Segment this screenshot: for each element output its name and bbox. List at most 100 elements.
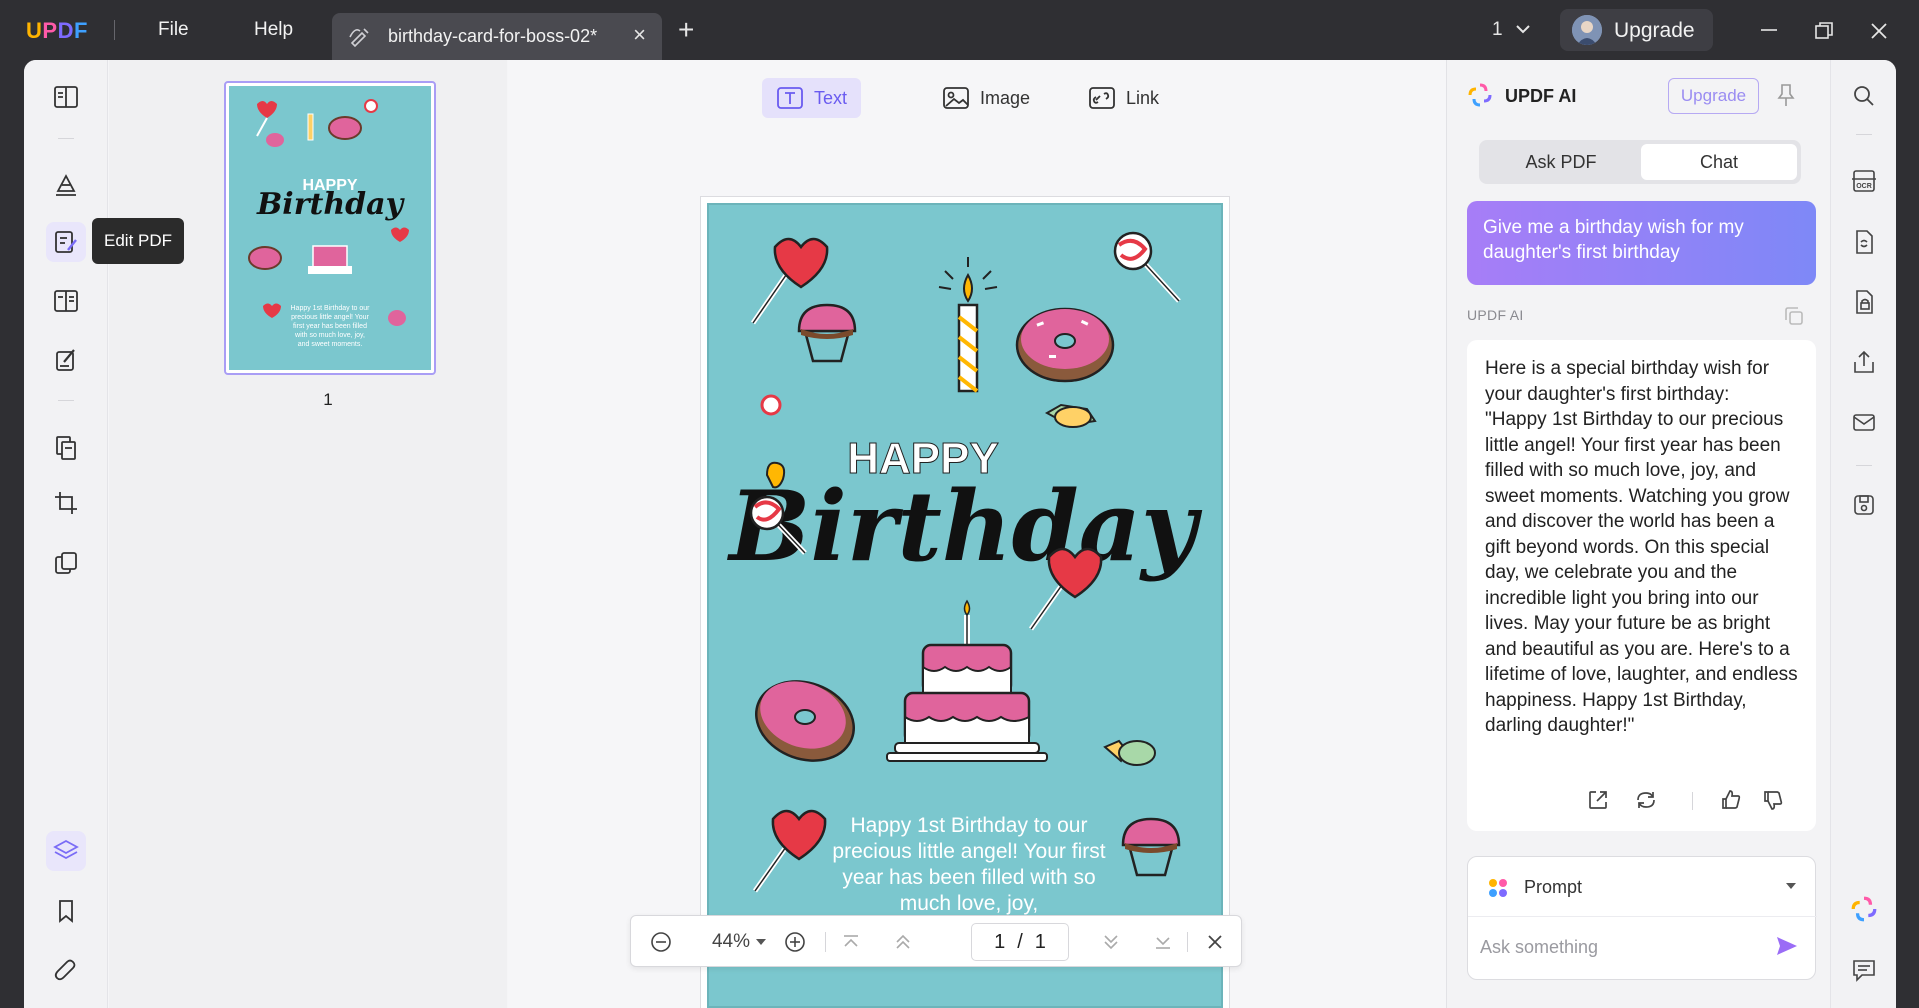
tool-separator [58,400,74,401]
zoom-out-button[interactable] [641,916,681,968]
main-area: Edit PDF HAPPY Birthday Happy 1st Birthd… [24,60,1896,1008]
mail-icon [1853,414,1875,431]
tab-ask-pdf[interactable]: Ask PDF [1483,144,1639,180]
close-window-icon[interactable] [1862,14,1896,48]
image-tool-icon [943,87,969,109]
svg-text:Happy 1st Birthday to our: Happy 1st Birthday to our [291,305,371,312]
thumbs-down-icon [1764,791,1783,810]
paperclip-icon [54,959,76,981]
export-response-button[interactable] [1582,784,1614,816]
layers-tool[interactable] [46,831,86,871]
pdf-page[interactable]: HAPPY Birthday Happy 1st Birthday to our… [701,197,1229,1008]
search-button[interactable] [1847,79,1881,113]
new-tab-button[interactable]: + [678,14,694,46]
attachment-tool[interactable] [46,951,86,991]
pin-icon[interactable] [1777,82,1795,108]
card-body-text[interactable]: Happy 1st Birthday to our precious littl… [829,813,1109,917]
tab-title: birthday-card-for-boss-02* [388,26,598,46]
updf-ai-button[interactable] [1847,892,1881,926]
copy-pages-icon [55,552,77,574]
share-button[interactable] [1847,345,1881,379]
form-icon [54,290,78,312]
form-tool[interactable] [46,281,86,321]
right-tool-rail: OCR [1830,60,1896,1008]
comment-tool[interactable] [46,165,86,205]
ai-upgrade-button[interactable]: Upgrade [1668,78,1759,114]
crop-icon [55,492,77,514]
prompt-icon [1489,879,1507,897]
close-icon [1208,935,1222,949]
tool-separator [1856,465,1872,466]
thumbnail-image: HAPPY Birthday Happy 1st Birthday to our… [229,86,431,370]
share-icon [1854,350,1874,373]
protect-button[interactable] [1847,285,1881,319]
page-indicator[interactable]: 1 / 1 [971,923,1069,961]
send-icon[interactable] [1775,935,1799,957]
link-tool-icon [1089,87,1115,109]
refresh-icon [1637,792,1655,808]
document-area: Text Image Link HAPPY Birthday Happy 1st… [508,60,1446,1008]
close-zoombar-button[interactable] [1195,916,1235,968]
ask-input[interactable] [1480,923,1760,971]
chevron-down-icon[interactable] [1514,16,1532,42]
copy-icon[interactable] [1782,304,1806,328]
sign-tool[interactable] [46,340,86,380]
svg-text:and sweet moments.: and sweet moments. [298,341,363,348]
add-link-button[interactable]: Link [1074,78,1173,118]
prev-page-button[interactable] [883,916,923,968]
reader-tool[interactable] [46,77,86,117]
ai-response-actions [1467,784,1816,820]
regenerate-button[interactable] [1630,784,1662,816]
comments-button[interactable] [1847,953,1881,987]
first-page-button[interactable] [831,916,871,968]
ai-panel: UPDF AI Upgrade Ask PDF Chat Give me a b… [1446,60,1830,1008]
edit-mode-icon [349,28,369,48]
next-page-button[interactable] [1091,916,1131,968]
ai-response-intro: Here is a special birthday wish for your… [1485,358,1770,405]
restore-icon[interactable] [1807,14,1841,48]
menu-help[interactable]: Help [254,19,293,41]
add-text-button[interactable]: Text [762,78,862,118]
zoom-in-button[interactable] [775,916,815,968]
save-button[interactable] [1847,488,1881,522]
upgrade-button[interactable]: Upgrade [1560,9,1713,51]
card-birthday-text: Birthday [726,470,1203,583]
window-count[interactable]: 1 [1492,19,1503,41]
ai-response-label: UPDF AI [1467,307,1524,323]
tab-close-icon[interactable]: × [633,22,646,48]
zoom-in-icon [785,932,805,952]
tool-separator [1856,134,1872,135]
tab-chat[interactable]: Chat [1641,144,1797,180]
menu-file[interactable]: File [158,19,189,41]
add-link-label: Link [1126,87,1160,108]
edit-pdf-tool[interactable] [46,222,86,262]
layers-icon [53,839,79,860]
minimize-icon[interactable] [1752,14,1786,48]
email-button[interactable] [1847,405,1881,439]
convert-button[interactable] [1847,225,1881,259]
page-tools[interactable] [46,543,86,583]
prompt-selector[interactable]: Prompt [1468,857,1817,917]
zoom-separator [825,932,826,952]
bookmark-tool[interactable] [46,891,86,931]
organize-tool[interactable] [46,428,86,468]
edit-pdf-tooltip: Edit PDF [92,218,185,264]
organize-pages-icon [56,436,76,460]
add-image-button[interactable]: Image [928,78,1044,118]
crop-tool[interactable] [46,483,86,523]
ai-input-box: Prompt [1467,856,1817,980]
current-page[interactable]: 1 [994,931,1005,954]
last-page-button[interactable] [1143,916,1183,968]
thumbs-up-button[interactable] [1715,784,1747,816]
thumbs-down-button[interactable] [1757,784,1789,816]
page-thumbnail[interactable]: HAPPY Birthday Happy 1st Birthday to our… [224,81,436,375]
sign-icon [56,349,75,371]
updf-logo: UPDF [26,18,88,43]
thumbnail-panel: HAPPY Birthday Happy 1st Birthday to our… [109,60,507,1008]
avatar [1572,15,1602,45]
document-tab[interactable]: birthday-card-for-boss-02* × [332,13,662,60]
save-icon [1854,495,1874,515]
comment-icon [1853,960,1875,982]
updf-ai-logo-icon [1468,83,1492,107]
ocr-button[interactable]: OCR [1847,164,1881,198]
